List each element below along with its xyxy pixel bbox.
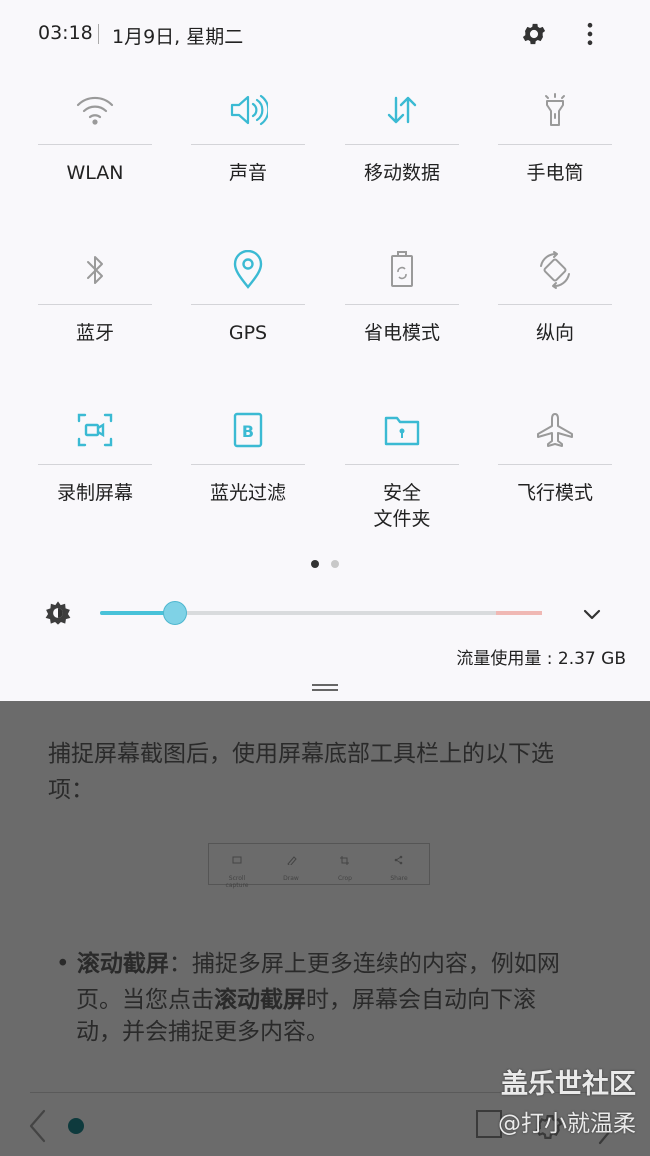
status-divider <box>98 24 99 44</box>
toolbar-item-label: Draw <box>283 875 299 882</box>
settings-button[interactable] <box>518 18 550 50</box>
share-icon <box>394 855 403 865</box>
background-bullet-line: • 滚动截屏：捕捉多屏上更多连续的内容，例如网 <box>56 946 560 982</box>
tile-label: 录制屏幕 <box>56 482 133 504</box>
wifi-icon <box>38 80 152 140</box>
tile-divider <box>498 304 612 305</box>
toolbar-item-label: Share <box>390 875 408 882</box>
brightness-slider-warning-zone <box>496 611 542 615</box>
tile-bluetooth[interactable]: 蓝牙 <box>38 240 152 390</box>
mobile-data-icon <box>345 80 459 140</box>
tile-divider <box>38 464 152 465</box>
background-bullet-line: 动，并会捕捉更多内容。 <box>76 1019 329 1045</box>
tile-label: 移动数据 <box>363 162 440 184</box>
location-icon <box>191 240 305 300</box>
tile-flashlight[interactable]: 手电筒 <box>498 80 612 230</box>
background-paragraph-line: 捕捉屏幕截图后，使用屏幕底部工具栏上的以下选 <box>48 741 554 767</box>
gear-icon <box>522 23 546 45</box>
watermark-user: @打小就温柔 <box>498 1111 636 1137</box>
svg-text:B: B <box>242 422 254 441</box>
tile-label: 省电模式 <box>363 322 440 344</box>
tile-label: 飞行模式 <box>516 482 593 504</box>
tile-portrait[interactable]: 纵向 <box>498 240 612 390</box>
status-time: 03:18 <box>38 22 93 44</box>
bullet-mark: • <box>56 951 70 977</box>
quick-panel: 03:18 1月9日, 星期二 WLAN 声音 移动数据 手电筒 蓝牙 GPS … <box>0 0 650 701</box>
brightness-auto-button[interactable] <box>42 597 74 629</box>
chevron-down-icon <box>583 609 601 620</box>
screen-record-icon <box>38 400 152 460</box>
toolbar-item-scroll-capture: Scroll capture <box>217 850 257 889</box>
toolbar-item-crop: Crop <box>325 850 365 882</box>
flashlight-icon <box>498 80 612 140</box>
toolbar-item-share: Share <box>379 850 419 882</box>
tile-label: 蓝牙 <box>75 322 114 344</box>
bullet-text: ：捕捉多屏上更多连续的内容，例如网 <box>168 951 560 977</box>
status-date: 1月9日, 星期二 <box>112 26 244 48</box>
tile-label: 纵向 <box>535 322 574 344</box>
crop-icon <box>340 856 349 865</box>
bullet-text: 页。当您点击 <box>76 987 214 1013</box>
tile-label: GPS <box>228 322 268 344</box>
tile-label: 安全 文件夹 <box>373 482 431 530</box>
expand-brightness-button[interactable] <box>576 598 608 630</box>
toolbar-item-label: Scroll capture <box>225 875 249 889</box>
tile-label: 手电筒 <box>526 162 584 184</box>
back-arrow-button[interactable] <box>26 1108 50 1148</box>
tile-blue-light-filter[interactable]: B 蓝光过滤 <box>191 400 305 550</box>
rotation-icon <box>498 240 612 300</box>
background-bullet-line: 页。当您点击滚动截屏时，屏幕会自动向下滚 <box>76 982 536 1018</box>
tile-divider <box>38 304 152 305</box>
brightness-slider-thumb[interactable] <box>163 601 188 625</box>
tile-power-saving[interactable]: 省电模式 <box>345 240 459 390</box>
toolbar-item-label: Crop <box>337 875 352 882</box>
tile-gps[interactable]: GPS <box>191 240 305 390</box>
tile-divider <box>345 144 459 145</box>
watermark-title: 盖乐世社区 <box>501 1069 636 1100</box>
more-options-button[interactable] <box>574 18 606 50</box>
bold-term: 滚动截屏 <box>76 951 169 977</box>
pencil-icon <box>287 856 297 867</box>
scroll-capture-icon <box>232 856 242 864</box>
data-usage-text: 流量使用量 : 2.37 GB <box>456 649 626 669</box>
page-position-dot <box>68 1118 84 1134</box>
tile-divider <box>345 304 459 305</box>
more-vertical-icon <box>587 22 593 46</box>
tile-label: WLAN <box>66 162 124 184</box>
tile-label: 声音 <box>228 162 267 184</box>
volume-icon <box>191 80 305 140</box>
battery-saver-icon <box>345 240 459 300</box>
tile-mobile-data[interactable]: 移动数据 <box>345 80 459 230</box>
bold-term: 滚动截屏 <box>214 987 306 1013</box>
bullet-text: 时，屏幕会自动向下滚 <box>306 987 536 1013</box>
tile-wlan[interactable]: WLAN <box>38 80 152 230</box>
secure-folder-icon <box>345 400 459 460</box>
tile-divider <box>38 144 152 145</box>
blue-light-filter-icon: B <box>191 400 305 460</box>
tile-sound[interactable]: 声音 <box>191 80 305 230</box>
tile-divider <box>345 464 459 465</box>
panel-drag-handle[interactable] <box>312 684 338 691</box>
tile-divider <box>191 464 305 465</box>
brightness-icon <box>45 601 71 625</box>
airplane-icon <box>498 400 612 460</box>
tile-label: 蓝光过滤 <box>209 482 286 504</box>
toolbar-item-draw: Draw <box>271 850 311 882</box>
page-indicator-active <box>311 560 319 568</box>
tile-divider <box>191 144 305 145</box>
background-paragraph-line: 项： <box>48 777 94 803</box>
bluetooth-icon <box>38 240 152 300</box>
page-indicator-inactive <box>331 560 339 568</box>
tile-divider <box>191 304 305 305</box>
tile-airplane-mode[interactable]: 飞行模式 <box>498 400 612 550</box>
tile-divider <box>498 144 612 145</box>
chevron-left-icon <box>29 1109 46 1143</box>
tile-divider <box>498 464 612 465</box>
tile-secure-folder[interactable]: 安全 文件夹 <box>345 400 459 550</box>
tile-screen-record[interactable]: 录制屏幕 <box>38 400 152 550</box>
toolbar-illustration: Scroll capture Draw Crop Share <box>208 843 430 889</box>
